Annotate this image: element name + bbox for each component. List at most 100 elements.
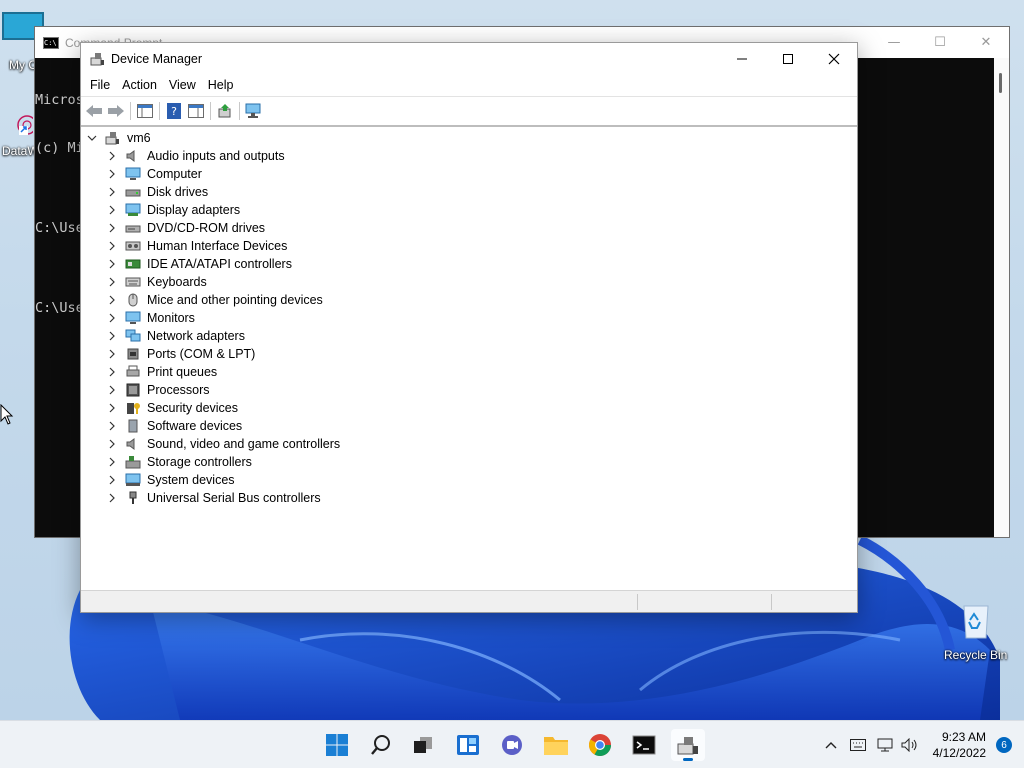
tree-category-row[interactable]: Processors — [107, 381, 210, 399]
file-explorer-button[interactable] — [539, 729, 573, 761]
help-button[interactable]: ? — [163, 100, 185, 122]
close-button[interactable] — [811, 43, 857, 74]
menu-action[interactable]: Action — [116, 78, 163, 92]
minimize-button[interactable]: — — [871, 27, 917, 58]
clock[interactable]: 9:23 AM 4/12/2022 — [933, 729, 986, 761]
chevron-right-icon[interactable] — [107, 385, 117, 395]
active-app-indicator — [683, 758, 693, 761]
chevron-right-icon[interactable] — [107, 439, 117, 449]
device-manager-taskbar-button[interactable] — [671, 729, 705, 761]
tree-category-row[interactable]: Print queues — [107, 363, 217, 381]
tree-category-row[interactable]: Universal Serial Bus controllers — [107, 489, 321, 507]
forward-button[interactable] — [105, 100, 127, 122]
chrome-button[interactable] — [583, 729, 617, 761]
update-driver-button[interactable] — [214, 100, 236, 122]
chevron-right-icon[interactable] — [107, 421, 117, 431]
chevron-right-icon[interactable] — [107, 241, 117, 251]
tree-category-row[interactable]: Ports (COM & LPT) — [107, 345, 255, 363]
menu-view[interactable]: View — [163, 78, 202, 92]
chevron-right-icon[interactable] — [107, 367, 117, 377]
maximize-button[interactable] — [765, 43, 811, 74]
device-tree[interactable]: vm6 Audio inputs and outputs Computer Disk… — [81, 125, 857, 589]
dvd-drive-icon — [125, 225, 141, 233]
notification-badge[interactable]: 6 — [996, 737, 1012, 753]
tree-category-row[interactable]: Network adapters — [107, 327, 245, 345]
chevron-right-icon[interactable] — [107, 223, 117, 233]
tree-label: Print queues — [147, 365, 218, 379]
tree-category-row[interactable]: Mice and other pointing devices — [107, 291, 323, 309]
tree-root-vm6[interactable]: vm6 — [87, 129, 151, 147]
cmd-scrollbar[interactable] — [994, 58, 1009, 537]
tree-label: IDE ATA/ATAPI controllers — [147, 257, 292, 271]
scrollbar-thumb[interactable] — [999, 73, 1002, 93]
chevron-right-icon[interactable] — [107, 205, 117, 215]
tree-category-row[interactable]: Human Interface Devices — [107, 237, 287, 255]
command-prompt-taskbar-button[interactable] — [627, 729, 661, 761]
disk-drive-icon — [125, 189, 141, 197]
tree-category-row[interactable]: System devices — [107, 471, 235, 489]
tree-category-row[interactable]: Monitors — [107, 309, 195, 327]
chevron-right-icon[interactable] — [107, 187, 117, 197]
input-indicator[interactable] — [843, 739, 873, 751]
tree-label: Sound, video and game controllers — [147, 437, 341, 451]
tree-category-row[interactable]: Display adapters — [107, 201, 240, 219]
desktop-icon-recycle-bin[interactable]: Recycle Bin — [944, 600, 1007, 662]
chevron-right-icon[interactable] — [107, 349, 117, 359]
properties-icon — [188, 103, 204, 118]
speaker-icon — [126, 438, 135, 450]
tree-category-row[interactable]: IDE ATA/ATAPI controllers — [107, 255, 292, 273]
back-button[interactable] — [83, 100, 105, 122]
minimize-button[interactable] — [719, 43, 765, 74]
speaker-icon — [126, 150, 135, 162]
device-manager-window[interactable]: Device Manager File Action View Help ? v… — [80, 42, 858, 613]
start-button[interactable] — [320, 729, 354, 761]
chevron-right-icon[interactable] — [107, 331, 117, 341]
dm-title-bar[interactable]: Device Manager — [81, 43, 857, 74]
tree-category-row[interactable]: Storage controllers — [107, 453, 252, 471]
tree-category-row[interactable]: Computer — [107, 165, 202, 183]
chevron-right-icon[interactable] — [107, 475, 117, 485]
tree-label: Display adapters — [147, 203, 241, 217]
tree-category-row[interactable]: Keyboards — [107, 273, 207, 291]
datawarrior-shortcut-icon — [17, 115, 34, 135]
widgets-button[interactable] — [451, 729, 485, 761]
scan-hardware-changes-button[interactable] — [243, 100, 265, 122]
network-button[interactable] — [873, 738, 897, 752]
menu-help[interactable]: Help — [202, 78, 240, 92]
chevron-right-icon[interactable] — [107, 313, 117, 323]
task-view-button[interactable] — [406, 729, 440, 761]
search-button[interactable] — [364, 729, 398, 761]
chrome-icon — [589, 734, 611, 756]
volume-button[interactable] — [897, 738, 923, 752]
properties-button[interactable] — [185, 100, 207, 122]
maximize-button[interactable]: ☐ — [917, 27, 963, 58]
widgets-icon — [457, 735, 479, 755]
chevron-right-icon[interactable] — [107, 259, 117, 269]
chevron-down-icon[interactable] — [87, 133, 97, 143]
chevron-right-icon[interactable] — [107, 457, 117, 467]
tree-category-row[interactable]: Audio inputs and outputs — [107, 147, 285, 165]
chevron-up-icon — [825, 742, 837, 749]
show-hidden-icons-button[interactable] — [819, 741, 843, 749]
toolbar-separator — [159, 101, 160, 120]
menu-file[interactable]: File — [84, 78, 116, 92]
chevron-right-icon[interactable] — [107, 493, 117, 503]
forward-arrow-icon — [108, 104, 124, 117]
chevron-right-icon[interactable] — [107, 295, 117, 305]
chevron-right-icon[interactable] — [107, 403, 117, 413]
teams-chat-button[interactable] — [495, 729, 529, 761]
tree-category-row[interactable]: Software devices — [107, 417, 242, 435]
status-separator — [771, 594, 772, 610]
chevron-right-icon[interactable] — [107, 277, 117, 287]
tree-label: Monitors — [147, 311, 195, 325]
system-tray: 9:23 AM 4/12/2022 6 — [819, 721, 1024, 768]
tree-category-row[interactable]: DVD/CD-ROM drives — [107, 219, 265, 237]
chevron-right-icon[interactable] — [107, 151, 117, 161]
close-button[interactable]: ✕ — [963, 27, 1009, 58]
tree-category-row[interactable]: Disk drives — [107, 183, 208, 201]
tree-category-row[interactable]: Sound, video and game controllers — [107, 435, 340, 453]
show-hide-console-tree-button[interactable] — [134, 100, 156, 122]
tree-category-row[interactable]: Security devices — [107, 399, 238, 417]
port-icon — [127, 348, 139, 360]
chevron-right-icon[interactable] — [107, 169, 117, 179]
